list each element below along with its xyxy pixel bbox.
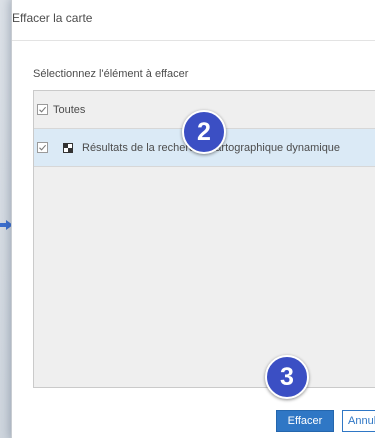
checkmark-icon — [39, 144, 47, 151]
dialog-titlebar: Effacer la carte — [12, 0, 375, 41]
step-3-badge: 3 — [265, 355, 309, 399]
dialog-title: Effacer la carte — [12, 11, 93, 25]
select-all-checkbox[interactable] — [37, 104, 48, 115]
checkmark-icon — [39, 106, 47, 113]
layer-checkbox[interactable] — [37, 142, 48, 153]
select-all-label: Toutes — [53, 103, 86, 116]
dialog-prompt: Sélectionnez l'élément à effacer — [33, 68, 189, 80]
screenshot-stage: Effacer la carte Sélectionnez l'élément … — [0, 0, 375, 438]
cancel-button[interactable]: Annuler — [342, 410, 375, 432]
step-2-badge: 2 — [182, 110, 226, 154]
map-grid-icon — [63, 142, 73, 153]
clear-map-dialog: Effacer la carte Sélectionnez l'élément … — [12, 0, 375, 438]
clear-button[interactable]: Effacer — [276, 410, 334, 432]
